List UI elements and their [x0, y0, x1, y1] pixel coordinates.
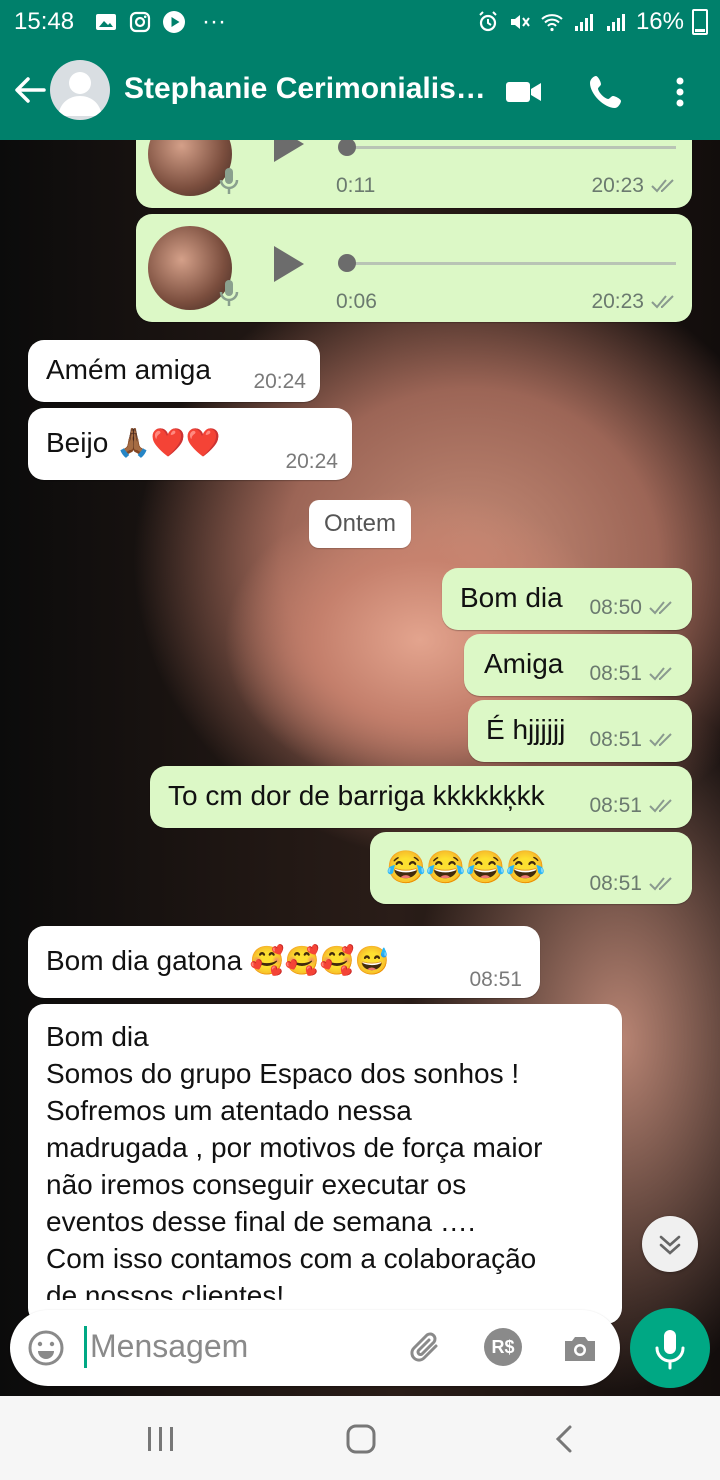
video-call-icon[interactable]: [502, 70, 546, 114]
progress-track[interactable]: [342, 146, 676, 149]
message-text: Amiga: [484, 648, 564, 679]
more-vert-icon[interactable]: [658, 70, 702, 114]
message-meta: 08:51: [589, 728, 678, 752]
message-text: 😂😂😂😂: [386, 849, 546, 885]
message-meta: 08:51: [589, 794, 678, 818]
message-text: Amém amiga: [46, 354, 211, 385]
message-line: de nossos clientes!: [46, 1280, 285, 1300]
message-meta: 20:23: [591, 174, 680, 198]
camera-icon[interactable]: [560, 1328, 600, 1368]
double-chevron-down-icon: [659, 1235, 681, 1255]
read-ticks-icon: [649, 733, 672, 747]
message-text-multiline: Bom dia Somos do grupo Espaco dos sonhos…: [46, 1018, 606, 1300]
back-icon[interactable]: [548, 1424, 582, 1454]
voice-duration: 0:11: [336, 174, 376, 197]
status-time: 15:48: [14, 8, 75, 35]
message-time: 08:51: [469, 968, 522, 991]
read-ticks-icon: [649, 799, 672, 813]
signal-icon: [606, 14, 625, 31]
phone-icon[interactable]: [584, 70, 628, 114]
voice-message[interactable]: 0:11 20:23: [136, 140, 692, 208]
voice-duration: 0:06: [336, 290, 377, 313]
outgoing-message[interactable]: É hjjjjjj 08:51: [468, 700, 692, 762]
message-time: 20:23: [591, 174, 644, 197]
message-text: Bom dia gatona 🥰🥰🥰😅: [46, 945, 390, 976]
read-ticks-icon: [649, 601, 672, 615]
text-cursor: [84, 1326, 87, 1368]
incoming-message[interactable]: Bom dia gatona 🥰🥰🥰😅 08:51: [28, 926, 540, 998]
scroll-to-bottom-button[interactable]: [642, 1216, 698, 1272]
message-meta: 20:23: [591, 290, 680, 314]
avatar[interactable]: [50, 60, 110, 120]
system-nav-bar: [0, 1396, 720, 1480]
message-line: eventos desse final de semana ….: [46, 1206, 476, 1237]
read-ticks-icon: [651, 295, 674, 309]
message-time: 08:51: [589, 794, 642, 817]
outgoing-message[interactable]: To cm dor de barriga kkkkkķkk 08:51: [150, 766, 692, 828]
battery-icon: [692, 9, 708, 35]
back-arrow-icon[interactable]: [10, 70, 50, 110]
outgoing-message[interactable]: Amiga 08:51: [464, 634, 692, 696]
wifi-icon: [541, 14, 563, 32]
play-icon[interactable]: [274, 140, 304, 162]
message-time: 08:50: [589, 596, 642, 619]
mute-icon: [510, 15, 530, 29]
instagram-icon: [129, 11, 151, 33]
read-ticks-icon: [651, 179, 674, 193]
message-composer: Mensagem R$: [10, 1310, 620, 1386]
message-time: 08:51: [589, 662, 642, 685]
message-text: É hjjjjjj: [486, 714, 566, 745]
default-avatar-icon: [58, 72, 102, 116]
message-time: 20:24: [253, 370, 306, 393]
emoji-icon[interactable]: [26, 1328, 66, 1368]
play-icon[interactable]: [274, 246, 304, 282]
message-time: 20:24: [285, 450, 338, 473]
gallery-icon: [96, 14, 116, 30]
message-line: madrugada , por motivos de força maior: [46, 1132, 543, 1163]
recents-icon[interactable]: [144, 1424, 178, 1454]
message-text: Beijo 🙏🏾❤️❤️: [46, 427, 221, 458]
mic-icon: [219, 280, 239, 306]
outgoing-message[interactable]: 😂😂😂😂 08:51: [370, 832, 692, 904]
message-line: Somos do grupo Espaco dos sonhos !: [46, 1058, 520, 1089]
chat-header: Stephanie Cerimonialis…: [0, 42, 720, 140]
message-line: Bom dia: [46, 1021, 149, 1052]
seek-knob[interactable]: [338, 254, 356, 272]
incoming-message[interactable]: Beijo 🙏🏾❤️❤️ 20:24: [28, 408, 352, 480]
seek-knob[interactable]: [338, 140, 356, 156]
message-time: 20:23: [591, 290, 644, 313]
incoming-message[interactable]: Amém amiga 20:24: [28, 340, 320, 402]
payment-icon[interactable]: R$: [484, 1328, 522, 1366]
status-bar: 15:48 ··· 16%: [0, 0, 720, 42]
message-meta: 08:50: [589, 596, 678, 620]
message-time: 08:51: [589, 872, 642, 895]
message-input[interactable]: Mensagem: [90, 1328, 248, 1365]
message-meta: 08:51: [589, 872, 678, 896]
battery-percent: 16%: [635, 8, 684, 35]
read-ticks-icon: [649, 667, 672, 681]
message-text: To cm dor de barriga kkkkkķkk: [168, 780, 545, 811]
mic-icon: [219, 168, 239, 194]
message-text: Bom dia: [460, 582, 563, 613]
play-icon: [163, 11, 185, 33]
message-meta: 08:51: [589, 662, 678, 686]
attach-icon[interactable]: [406, 1328, 446, 1368]
message-line: não iremos conseguir executar os: [46, 1169, 467, 1200]
message-line: Com isso contamos com a colaboração: [46, 1243, 537, 1274]
more-dots: ···: [202, 8, 226, 35]
progress-track[interactable]: [342, 262, 676, 265]
outgoing-message[interactable]: Bom dia 08:50: [442, 568, 692, 630]
home-icon[interactable]: [344, 1424, 378, 1454]
alarm-icon: [479, 11, 497, 32]
record-voice-button[interactable]: [630, 1308, 710, 1388]
mic-icon: [655, 1330, 685, 1370]
message-line: Sofremos um atentado nessa: [46, 1095, 412, 1126]
message-time: 08:51: [589, 728, 642, 751]
date-separator: Ontem: [309, 500, 411, 548]
contact-name[interactable]: Stephanie Cerimonialis…: [124, 72, 484, 106]
signal-icon: [574, 14, 593, 31]
read-ticks-icon: [649, 877, 672, 891]
voice-message[interactable]: 0:06 20:23: [136, 214, 692, 322]
